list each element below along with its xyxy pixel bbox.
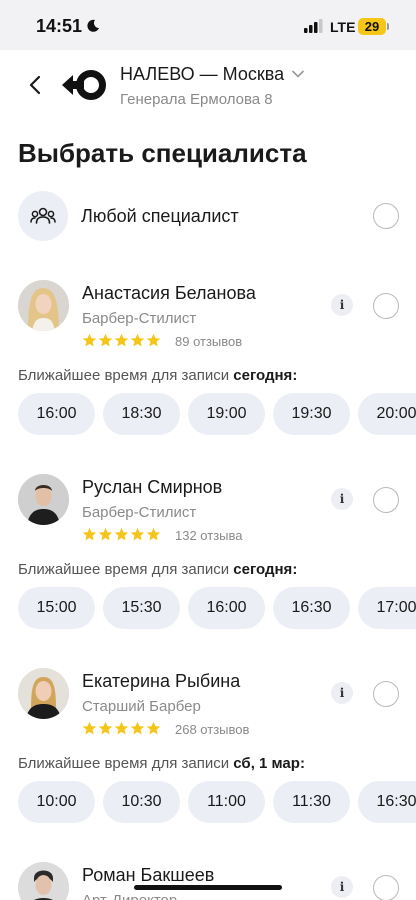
specialist-radio[interactable] [373,681,399,707]
time-slots: 10:00 10:30 11:00 11:30 16:30 [18,781,416,825]
star-icon [82,527,97,541]
time-slot[interactable]: 11:00 [188,781,265,823]
specialist-role: Барбер-Стилист [82,310,197,327]
star-icon [114,721,129,735]
nalevo-logo[interactable] [60,68,108,102]
star-icon [114,527,129,541]
time-slot[interactable]: 10:00 [18,781,95,823]
time-slot[interactable]: 19:00 [188,393,265,435]
star-icon [146,527,161,541]
star-icon [114,333,129,347]
info-icon[interactable]: i [331,876,353,898]
salon-address: Генерала Ермолова 8 [120,91,273,108]
star-icon [98,721,113,735]
specialist-role: Арт-Директор [82,892,177,900]
specialist-role: Старший Барбер [82,698,201,715]
specialist-photo [18,474,69,525]
battery-tip [387,23,389,30]
nearest-time-prefix: Ближайшее время для записи [18,367,230,384]
rating-stars [82,527,161,542]
star-icon [98,333,113,347]
signal-icon [304,19,323,33]
nearest-time-day: сб, 1 мар: [233,755,305,772]
specialist-role: Барбер-Стилист [82,504,197,521]
chevron-left-icon [29,75,41,95]
star-icon [130,527,145,541]
specialist-photo [18,280,69,331]
time-slot[interactable]: 19:30 [273,393,350,435]
specialist-name: Екатерина Рыбина [82,671,241,691]
rating-stars [82,333,161,348]
time-slots: 15:00 15:30 16:00 16:30 17:00 [18,587,416,631]
specialist-photo [18,668,69,719]
chevron-down-icon[interactable] [292,68,304,80]
info-icon[interactable]: i [331,294,353,316]
reviews-count[interactable]: 268 отзывов [175,722,249,737]
time-slot[interactable]: 16:30 [273,587,350,629]
nearest-time-day: сегодня: [233,367,298,384]
network-type: LTE [330,19,356,35]
nearest-time-label: Ближайшее время для записи сб, 1 мар: [18,755,305,772]
page-title: Выбрать специалиста [18,138,307,168]
star-icon [82,721,97,735]
star-icon [98,527,113,541]
nearest-time-prefix: Ближайшее время для записи [18,561,230,578]
reviews-count[interactable]: 132 отзыва [175,528,243,543]
nearest-time-prefix: Ближайшее время для записи [18,755,230,772]
any-specialist-row[interactable]: Любой специалист [18,191,400,243]
star-icon [146,721,161,735]
specialist-name: Роман Бакшеев [82,865,215,885]
battery-icon: 29 [358,18,386,35]
specialist-card[interactable]: Екатерина Рыбина Старший Барбер 268 отзы… [0,668,416,843]
time-slot[interactable]: 15:00 [18,587,95,629]
specialist-card[interactable]: Роман Бакшеев Арт-Директор i [0,862,416,900]
nearest-time-day: сегодня: [233,561,298,578]
nearest-time-label: Ближайшее время для записи сегодня: [18,367,297,384]
time-slots: 16:00 18:30 19:00 19:30 20:00 [18,393,416,437]
star-icon [130,721,145,735]
home-indicator [134,885,282,890]
time-slot[interactable]: 15:30 [103,587,180,629]
rating-stars [82,721,161,736]
specialist-card[interactable]: Руслан Смирнов Барбер-Стилист 132 отзыва… [0,474,416,649]
info-icon[interactable]: i [331,488,353,510]
moon-icon [87,19,99,32]
star-icon [130,333,145,347]
specialist-radio[interactable] [373,875,399,900]
time-slot[interactable]: 17:00 [358,587,416,629]
time-slot[interactable]: 18:30 [103,393,180,435]
nearest-time-label: Ближайшее время для записи сегодня: [18,561,297,578]
back-button[interactable] [22,72,48,98]
time-slot[interactable]: 10:30 [103,781,180,823]
time-slot[interactable]: 11:30 [273,781,350,823]
any-specialist-radio[interactable] [373,203,399,229]
time-slot[interactable]: 20:00 [358,393,416,435]
any-specialist-label: Любой специалист [81,206,239,226]
specialist-card[interactable]: Анастасия Беланова Барбер-Стилист 89 отз… [0,280,416,455]
specialist-photo [18,862,69,900]
specialist-name: Анастасия Беланова [82,283,256,303]
any-specialist-avatar [18,191,68,241]
specialist-radio[interactable] [373,487,399,513]
status-bar: 14:51 LTE 29 [0,0,416,50]
reviews-count[interactable]: 89 отзывов [175,334,242,349]
specialist-radio[interactable] [373,293,399,319]
status-time: 14:51 [36,16,83,36]
info-icon[interactable]: i [331,682,353,704]
star-icon [146,333,161,347]
star-icon [82,333,97,347]
salon-title[interactable]: НАЛЕВО — Москва [120,64,284,85]
people-icon [30,207,56,224]
specialist-name: Руслан Смирнов [82,477,223,497]
time-slot[interactable]: 16:00 [188,587,265,629]
time-slot[interactable]: 16:00 [18,393,95,435]
time-slot[interactable]: 16:30 [358,781,416,823]
